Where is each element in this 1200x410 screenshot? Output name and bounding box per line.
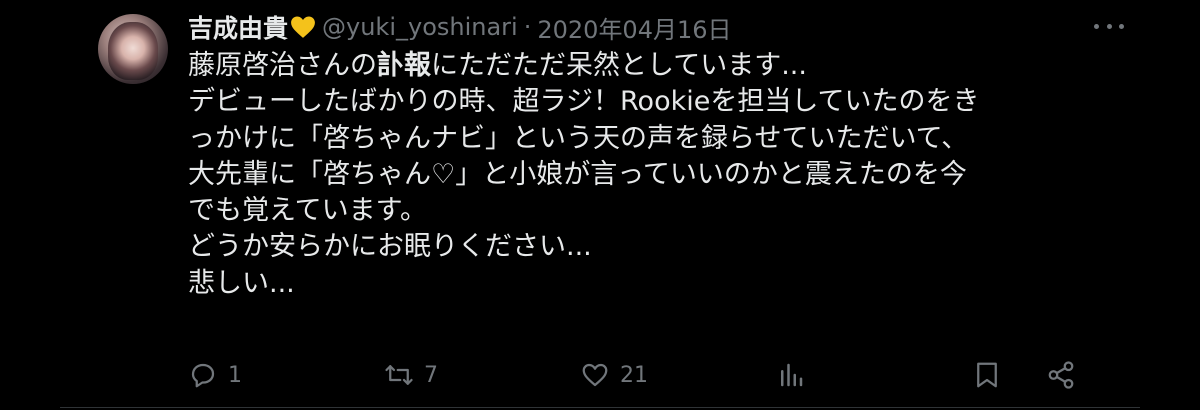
reply-button[interactable]: 1 [188, 356, 242, 394]
author-handle[interactable]: @yuki_yoshinari [322, 13, 518, 41]
reply-count: 1 [228, 362, 242, 388]
yellow-heart-icon [291, 16, 315, 38]
tweet-line: 大先輩に「啓ちゃん♡」と小娘が言っていいのかと震えたのを今 [188, 158, 967, 190]
analytics-button[interactable] [776, 356, 806, 394]
tweet-header: 吉成由貴 @yuki_yoshinari · 2020年04月16日 [188, 8, 732, 46]
tweet-line: 悲しい... [188, 267, 295, 299]
tweet-date[interactable]: 2020年04月16日 [537, 10, 731, 45]
bold-text: 訃報 [377, 50, 431, 81]
share-button[interactable] [1046, 356, 1076, 394]
like-button[interactable]: 21 [580, 356, 648, 394]
header-separator: · [523, 13, 532, 41]
share-icon [1048, 361, 1074, 389]
tweet-actions: 1 7 21 [188, 356, 1088, 394]
heart-outline-icon [582, 363, 608, 387]
tweet-line: デビューしたばかりの時、超ラジ！Rookieを担当していたのをき [188, 86, 980, 118]
author-display-name[interactable]: 吉成由貴 [188, 9, 288, 45]
like-count: 21 [620, 362, 648, 388]
tweet-text: 藤原啓治さんの訃報にただただ呆然としています... デビューしたばかりの時、超ラ… [188, 48, 1148, 302]
more-options-icon[interactable] [1094, 18, 1124, 34]
tweet-line: っかけに「啓ちゃんナビ」という天の声を録らせていただいて、 [188, 122, 969, 154]
analytics-icon [781, 363, 803, 387]
avatar-photo [108, 22, 158, 80]
divider [60, 407, 1140, 408]
tweet-line: どうか安らかにお眠りください... [188, 231, 592, 263]
retweet-button[interactable]: 7 [384, 356, 438, 394]
tweet-line: 藤原啓治さんの訃報にただただ呆然としています... [188, 50, 807, 81]
tweet-line: でも覚えています。 [188, 195, 427, 227]
bookmark-icon [977, 362, 997, 388]
avatar[interactable] [98, 14, 168, 84]
bookmark-button[interactable] [972, 356, 1002, 394]
retweet-icon [385, 365, 413, 385]
reply-icon [191, 363, 215, 388]
retweet-count: 7 [424, 362, 438, 388]
